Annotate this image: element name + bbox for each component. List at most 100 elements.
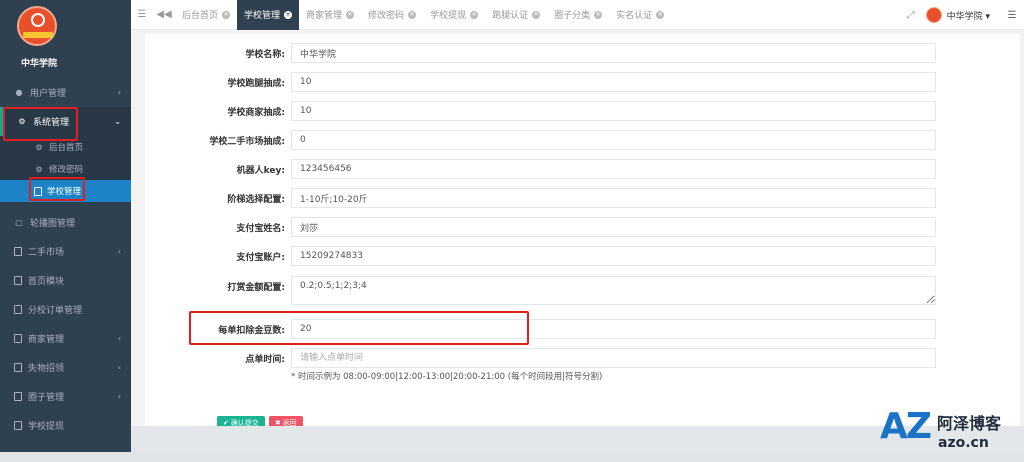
watermark-mark: AZ — [880, 406, 932, 447]
tier-config-input[interactable] — [291, 188, 936, 208]
user-icon: ● — [15, 88, 23, 97]
sidebar-school-name: 中华学院 — [21, 59, 58, 69]
tab-label: 学校提现 — [430, 11, 467, 21]
tab-label: 跑腿认证 — [492, 11, 529, 21]
copy-icon — [14, 305, 22, 314]
school-logo — [17, 6, 57, 46]
sidebar-item-label: 失物招领 — [28, 364, 65, 374]
sidebar-item-label: 首页模块 — [28, 277, 65, 287]
field-label: 打赏金额配置: — [227, 283, 285, 293]
gears-icon: ⚙ — [35, 164, 43, 174]
chevron-left-icon: ‹ — [117, 392, 121, 401]
field-label: 点单时间: — [245, 355, 285, 365]
tab-label: 实名认证 — [616, 11, 653, 21]
highlight-school-menu — [29, 177, 85, 201]
field-label: 学校二手市场抽成: — [209, 137, 285, 147]
sidebar-item-withdraw[interactable]: 学校提现 — [0, 411, 131, 440]
field-label: 学校名称: — [245, 50, 285, 60]
sidebar-item-label: 分校订单管理 — [28, 306, 83, 316]
sidebar-item-label: 二手市场 — [28, 248, 65, 258]
tab-realname-auth[interactable]: 实名认证 ✕ — [609, 0, 671, 30]
tab-bar: ☰ ◀◀ 后台首页 ✕ 学校管理 ✕ 商家管理 ✕ 修改密码 ✕ 学校提现 ✕ … — [131, 0, 1024, 30]
sidebar-item-label: 学校提现 — [28, 422, 65, 432]
top-right-controls: ⤢ 中华学院 ▾ ☰ — [896, 0, 1024, 30]
chevron-left-icon: ‹ — [117, 363, 121, 372]
watermark-url: azo.cn — [938, 435, 989, 451]
copy-icon — [14, 247, 22, 256]
sidebar-item-home-module[interactable]: 首页模块 — [0, 266, 131, 295]
school-name-input[interactable] — [291, 43, 936, 63]
sidebar-item-circles[interactable]: 圈子管理 ‹ — [0, 382, 131, 411]
copy-icon — [14, 276, 22, 285]
tab-label: 后台首页 — [182, 11, 219, 21]
copy-icon — [14, 392, 22, 401]
sidebar: 中华学院 ● 用户管理 ‹ ⚙ 系统管理 ⌄ ⚙ 后台首页 ⚙ 修改密码 学校管… — [0, 0, 131, 462]
copy-icon — [14, 334, 22, 343]
sidebar-item-users[interactable]: ● 用户管理 ‹ — [0, 78, 131, 107]
errand-cut-input[interactable] — [291, 72, 936, 92]
field-label: 学校商家抽成: — [227, 108, 285, 118]
tab-label: 商家管理 — [306, 11, 343, 21]
school-form: 学校名称: 学校跑腿抽成: 学校商家抽成: 学校二手市场抽成: 机器人key: … — [145, 34, 1020, 430]
robot-key-input[interactable] — [291, 159, 936, 179]
gears-icon: ⚙ — [35, 142, 43, 152]
sidebar-profile: 中华学院 — [0, 0, 131, 78]
monitor-icon: ▢ — [15, 218, 23, 227]
tab-circle-category[interactable]: 圈子分类 ✕ — [547, 0, 609, 30]
close-icon[interactable]: ✕ — [594, 10, 603, 19]
close-icon[interactable]: ✕ — [470, 10, 479, 19]
bottom-bar — [0, 452, 1024, 462]
copy-icon — [14, 421, 22, 430]
sidebar-item-label: 用户管理 — [30, 89, 67, 99]
order-time-help: * 时间示例为 08:00-09:00|12:00-13:00|20:00-21… — [291, 372, 603, 382]
close-icon[interactable]: ✕ — [222, 10, 231, 19]
close-icon[interactable]: ✕ — [532, 10, 541, 19]
close-icon[interactable]: ✕ — [346, 10, 355, 19]
close-icon[interactable]: ✕ — [656, 10, 665, 19]
watermark-name: 阿泽博客 — [937, 414, 1002, 433]
tab-merchants[interactable]: 商家管理 ✕ — [299, 0, 361, 30]
sidebar-subitem-label: 后台首页 — [49, 143, 84, 153]
close-icon[interactable]: ✕ — [408, 10, 417, 19]
tab-withdraw[interactable]: 学校提现 ✕ — [423, 0, 485, 30]
sidebar-item-secondhand[interactable]: 二手市场 ‹ — [0, 237, 131, 266]
tab-school[interactable]: 学校管理 ✕ — [237, 0, 300, 30]
merchant-cut-input[interactable] — [291, 101, 936, 121]
field-label: 阶梯选择配置: — [227, 195, 285, 205]
tab-label: 圈子分类 — [554, 11, 591, 21]
field-label: 机器人key: — [236, 166, 285, 176]
tab-errand-auth[interactable]: 跑腿认证 ✕ — [485, 0, 547, 30]
user-name: 中华学院 — [946, 11, 983, 22]
alipay-name-input[interactable] — [291, 217, 936, 237]
field-label: 学校跑腿抽成: — [227, 79, 285, 89]
chevron-left-icon: ‹ — [117, 88, 121, 97]
secondhand-cut-input[interactable] — [291, 130, 936, 150]
order-time-input[interactable] — [291, 348, 936, 368]
tab-password[interactable]: 修改密码 ✕ — [361, 0, 423, 30]
sidebar-item-merchants[interactable]: 商家管理 ‹ — [0, 324, 131, 353]
avatar[interactable] — [925, 7, 942, 23]
sidebar-item-lost-found[interactable]: 失物招领 ‹ — [0, 353, 131, 382]
logo-band — [23, 32, 53, 38]
sidebar-item-label: 圈子管理 — [28, 393, 65, 403]
alipay-account-input[interactable] — [291, 246, 936, 266]
tab-home[interactable]: 后台首页 ✕ — [175, 0, 237, 30]
chevron-left-icon: ‹ — [117, 334, 121, 343]
logo-mark-icon — [31, 13, 45, 27]
close-icon[interactable]: ✕ — [284, 10, 293, 19]
user-menu[interactable]: 中华学院 ▾ — [947, 9, 990, 22]
sidebar-item-label: 轮播图管理 — [30, 219, 76, 229]
sidebar-item-branch-orders[interactable]: 分校订单管理 — [0, 295, 131, 324]
sidebar-subitem-label: 修改密码 — [49, 165, 84, 175]
copy-icon — [14, 363, 22, 372]
highlight-system-menu — [3, 107, 78, 141]
tab-label: 学校管理 — [244, 11, 281, 21]
sidebar-item-label: 商家管理 — [28, 335, 65, 345]
menu-toggle-icon[interactable]: ☰ — [131, 0, 153, 30]
fullscreen-icon[interactable]: ⤢ — [896, 10, 926, 21]
tip-config-textarea[interactable]: 0.2;0.5;1;2;3;4 — [291, 276, 936, 305]
scroll-left-icon[interactable]: ◀◀ — [153, 0, 175, 30]
menu-icon[interactable]: ☰ — [1000, 10, 1024, 21]
chevron-down-icon: ⌄ — [114, 117, 121, 126]
sidebar-item-carousel[interactable]: ▢ 轮播图管理 — [0, 208, 131, 237]
